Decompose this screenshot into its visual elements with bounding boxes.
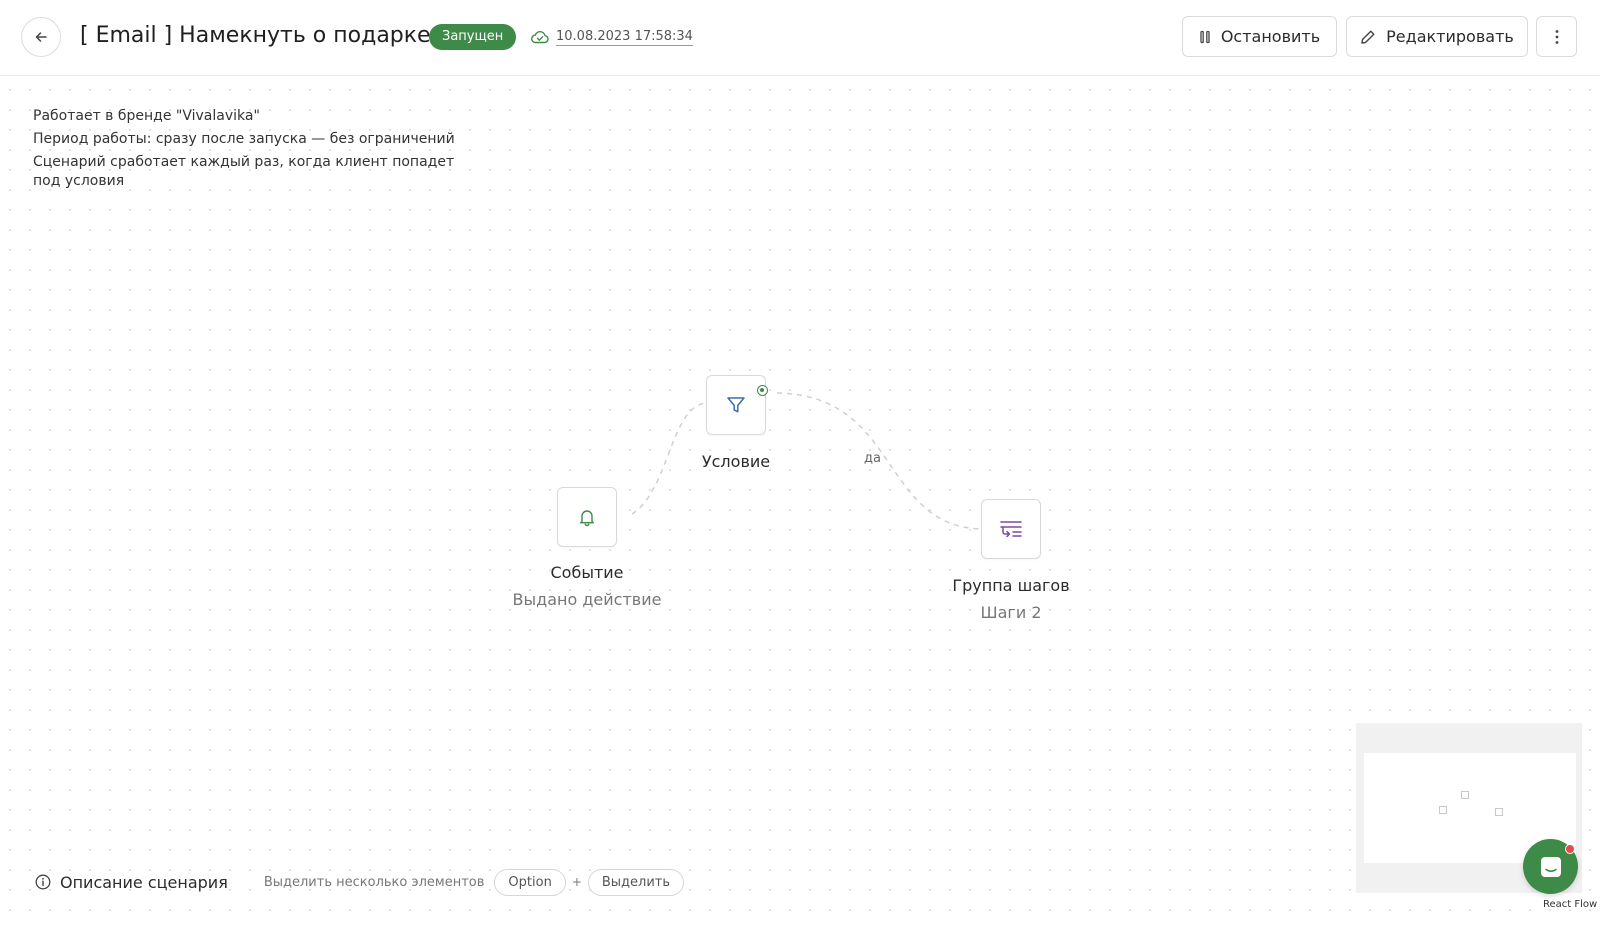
scenario-info: Работает в бренде "Vivalavika" Период ра…	[33, 107, 473, 195]
key-option-badge: Option	[494, 868, 566, 896]
condition-output-handle[interactable]	[757, 385, 768, 396]
stop-button-label: Остановить	[1220, 27, 1321, 46]
header-bar: [ Email ] Намекнуть о подарке Запущен 10…	[0, 0, 1600, 76]
stop-button[interactable]: Остановить	[1182, 16, 1337, 57]
node-condition-title: Условие	[701, 452, 771, 471]
edit-button[interactable]: Редактировать	[1346, 16, 1528, 57]
step-group-icon	[1000, 521, 1022, 538]
page-title: [ Email ] Намекнуть о подарке	[80, 23, 431, 48]
info-circle-icon	[35, 874, 51, 890]
info-period: Период работы: сразу после запуска — без…	[33, 131, 455, 147]
key-plus: +	[571, 875, 582, 889]
funnel-icon	[727, 397, 745, 413]
status-badge: Запущен	[429, 24, 517, 50]
saved-status: 10.08.2023 17:58:34	[530, 26, 693, 48]
node-event-title: Событие	[550, 563, 624, 582]
chat-icon	[1540, 856, 1561, 877]
back-button[interactable]	[21, 17, 61, 57]
pencil-icon	[1361, 30, 1375, 44]
bell-icon	[580, 510, 594, 527]
more-options-button[interactable]	[1536, 16, 1577, 57]
multi-select-hint: Выделить несколько элементов	[263, 874, 485, 890]
node-step-group[interactable]	[981, 499, 1041, 559]
cloud-icon	[531, 31, 549, 44]
edit-button-label: Редактировать	[1386, 27, 1514, 46]
edge-label-yes: да	[864, 451, 881, 466]
chat-button[interactable]	[1523, 839, 1578, 894]
react-flow-attribution[interactable]: React Flow	[1543, 899, 1597, 910]
minimap-node	[1439, 806, 1447, 814]
node-event[interactable]	[557, 487, 617, 547]
scenario-description-label: Описание сценария	[60, 872, 228, 892]
pause-icon	[1200, 30, 1210, 43]
minimap-node	[1461, 791, 1469, 799]
scenario-description-button[interactable]: Описание сценария	[35, 873, 228, 892]
node-event-subtitle: Выдано действие	[512, 590, 662, 609]
key-select-badge: Выделить	[587, 868, 685, 896]
info-trigger: Сценарий сработает каждый раз, когда кли…	[33, 154, 455, 189]
node-condition[interactable]	[706, 375, 766, 435]
footer-bar: Описание сценария Выделить несколько эле…	[35, 868, 685, 896]
edge-event-condition	[631, 402, 708, 515]
notification-dot	[1565, 844, 1575, 854]
node-group-subtitle: Шаги 2	[980, 603, 1042, 622]
arrow-left-icon	[35, 32, 47, 42]
info-brand: Работает в бренде "Vivalavika"	[33, 108, 260, 124]
kebab-icon	[1555, 29, 1558, 44]
node-group-title: Группа шагов	[952, 576, 1070, 595]
minimap-node	[1495, 808, 1503, 816]
saved-timestamp[interactable]: 10.08.2023 17:58:34	[556, 29, 693, 46]
